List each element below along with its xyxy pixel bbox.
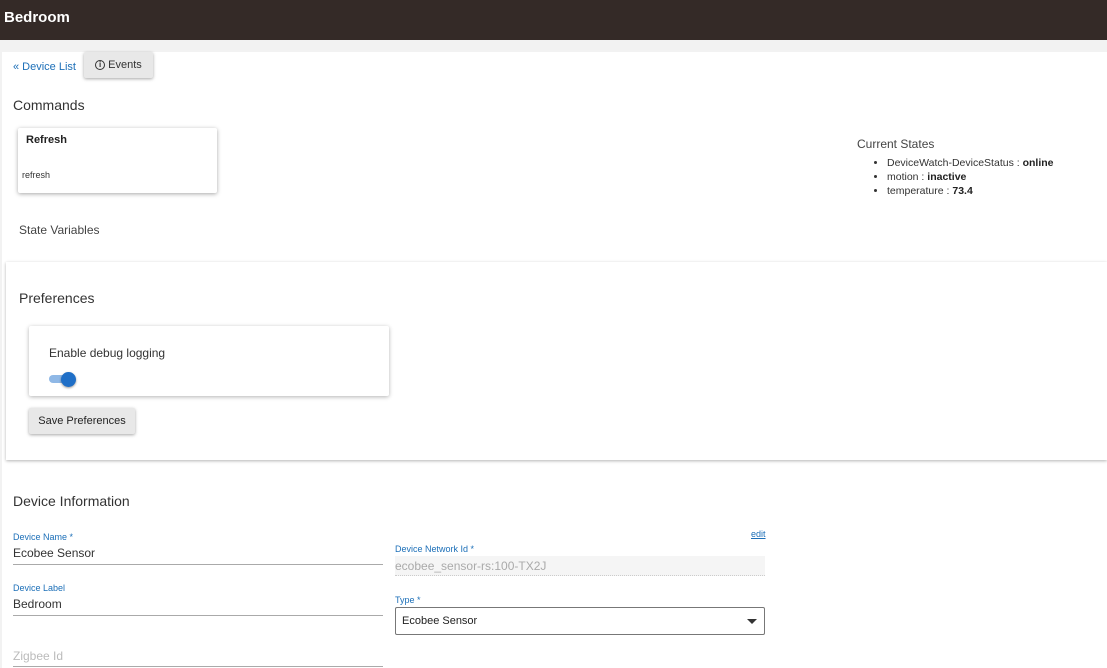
device-label-input[interactable]: Bedroom	[13, 597, 62, 611]
info-icon: i	[95, 60, 106, 70]
commands-heading: Commands	[13, 97, 85, 113]
state-variables-heading: State Variables	[19, 223, 100, 237]
device-name-underline	[13, 564, 383, 565]
state-item: DeviceWatch-DeviceStatus : online	[887, 156, 1054, 170]
current-states-heading: Current States	[857, 137, 935, 151]
type-select-value: Ecobee Sensor	[402, 615, 478, 627]
debug-logging-toggle[interactable]	[49, 372, 77, 387]
device-label-underline	[13, 615, 383, 616]
type-select[interactable]: Ecobee Sensor	[395, 607, 765, 635]
state-item: temperature : 73.4	[887, 184, 1054, 198]
command-name: Refresh	[26, 134, 67, 146]
device-list-link[interactable]: « Device List	[13, 61, 76, 73]
zigbee-id-input[interactable]: Zigbee Id	[13, 649, 63, 663]
save-preferences-button[interactable]: Save Preferences	[29, 408, 135, 434]
type-label: Type *	[395, 595, 421, 605]
debug-logging-label: Enable debug logging	[49, 346, 166, 360]
device-name-label: Device Name *	[13, 532, 74, 542]
page-title: Bedroom	[4, 9, 70, 26]
toggle-knob	[61, 372, 76, 387]
events-button-label: Events	[108, 59, 142, 71]
preferences-panel: Preferences Enable debug logging Save Pr…	[6, 262, 1107, 460]
top-bar: Bedroom	[0, 0, 1107, 40]
device-information-heading: Device Information	[13, 493, 130, 509]
zigbee-id-underline	[13, 666, 383, 667]
debug-logging-card: Enable debug logging	[29, 326, 389, 396]
network-id-value: ecobee_sensor-rs:100-TX2J	[395, 559, 547, 573]
preferences-heading: Preferences	[19, 290, 95, 306]
device-detail-panel: « Device List i Events Commands Refresh …	[2, 52, 1107, 668]
device-name-input[interactable]: Ecobee Sensor	[13, 546, 95, 560]
current-states-list: DeviceWatch-DeviceStatus : online motion…	[857, 156, 1054, 198]
page-body: « Device List i Events Commands Refresh …	[0, 40, 1107, 668]
state-item: motion : inactive	[887, 170, 1054, 184]
current-states: Current States DeviceWatch-DeviceStatus …	[857, 137, 1054, 198]
device-label-label: Device Label	[13, 583, 66, 593]
edit-network-id-link[interactable]: edit	[751, 529, 766, 539]
events-button[interactable]: i Events	[84, 52, 153, 78]
chevron-down-icon	[747, 619, 757, 624]
command-card-refresh[interactable]: Refresh refresh	[18, 128, 217, 193]
command-id: refresh	[22, 170, 51, 180]
network-id-input: ecobee_sensor-rs:100-TX2J	[395, 556, 765, 576]
network-id-label: Device Network Id *	[395, 544, 475, 554]
